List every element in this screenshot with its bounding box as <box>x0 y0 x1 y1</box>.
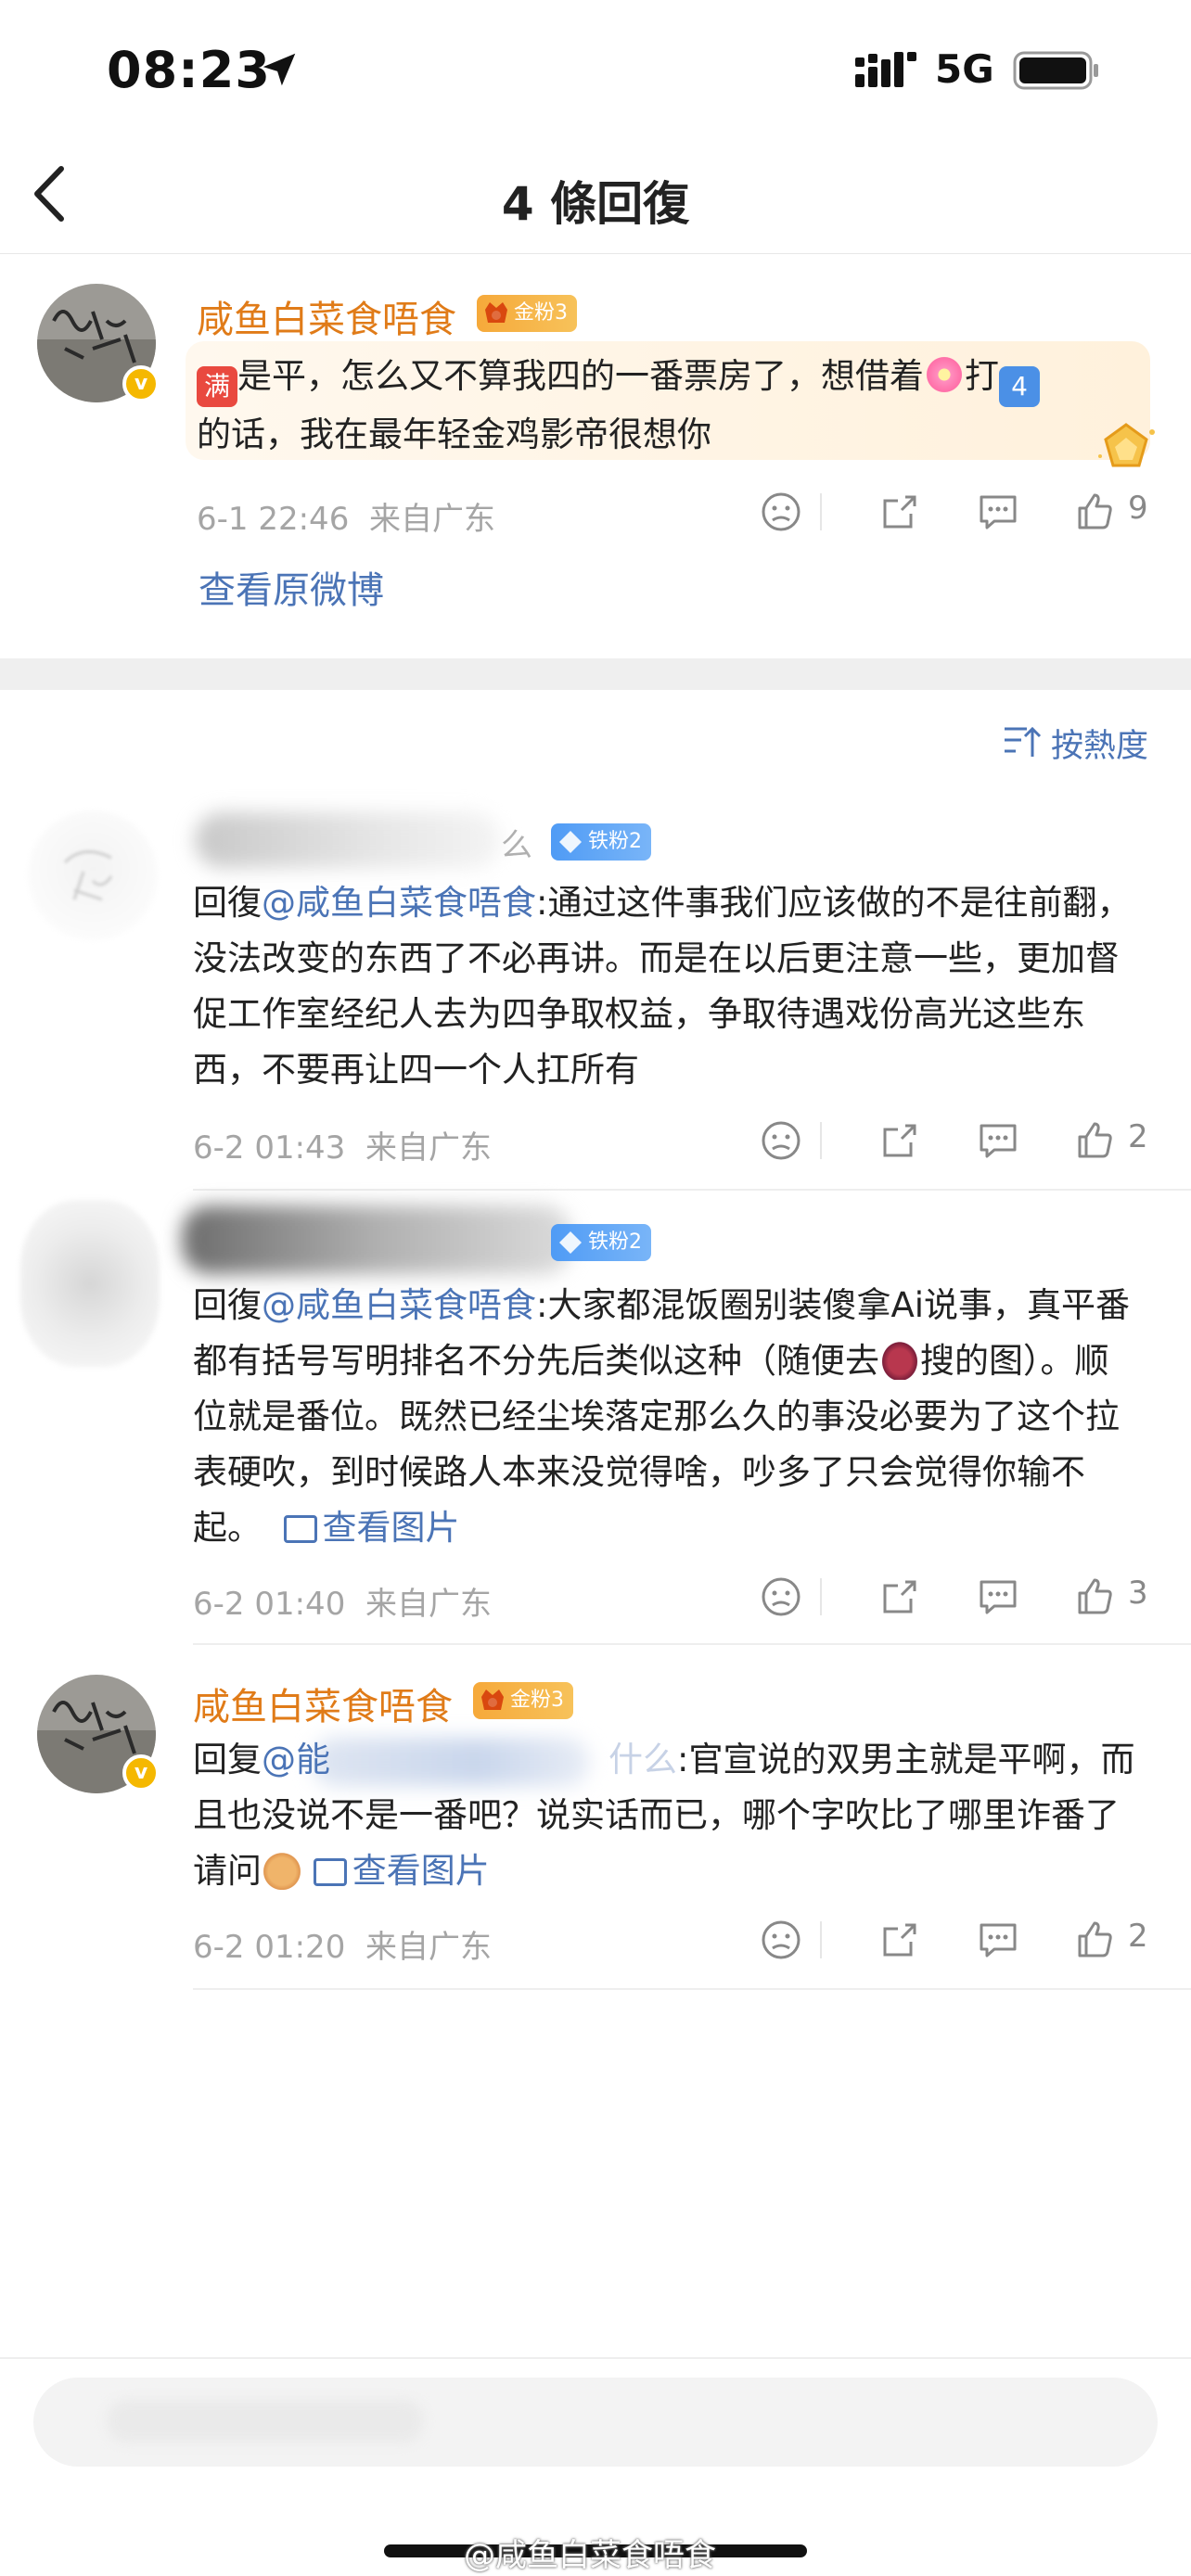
verified-icon: v <box>122 1754 160 1792</box>
mention-link[interactable]: @咸鱼白菜食唔食 <box>262 1285 536 1325</box>
dislike-icon[interactable] <box>759 490 803 534</box>
avatar-sketch <box>63 850 113 901</box>
fan-badge-label: 铁粉2 <box>588 1231 642 1254</box>
share-icon[interactable] <box>877 1118 922 1163</box>
blurred-username <box>195 812 501 868</box>
comment-icon[interactable] <box>976 1118 1020 1163</box>
reply-source: 来自广东 <box>365 1586 492 1623</box>
like-icon[interactable] <box>1072 1118 1117 1163</box>
reply-actions: 2 <box>759 1912 1191 1968</box>
fan-badge-label: 金粉3 <box>510 1689 564 1712</box>
crown-icon <box>481 1690 504 1710</box>
username[interactable]: 么 <box>501 820 532 865</box>
share-icon[interactable] <box>877 1918 922 1962</box>
like-icon[interactable] <box>1072 490 1117 534</box>
mention-link[interactable]: @能 什么 <box>262 1740 677 1779</box>
like-count: 2 <box>1128 1918 1148 1955</box>
section-gap <box>0 658 1191 690</box>
view-original-link[interactable]: 查看原微博 <box>198 560 384 614</box>
reply-meta: 6-2 01:43 来自广东 <box>193 1122 492 1167</box>
comment-icon[interactable] <box>976 1918 1020 1962</box>
username[interactable]: 咸鱼白菜食唔食 <box>197 289 456 343</box>
crown-icon <box>485 302 507 323</box>
flower-emoji-icon <box>924 354 965 395</box>
reply-date: 6-2 01:40 <box>193 1586 346 1623</box>
sweet-potato-emoji-icon <box>879 1339 920 1380</box>
comment-icon[interactable] <box>976 490 1020 534</box>
reply-divider <box>193 1189 1191 1191</box>
sort-button[interactable]: 按熱度 <box>1004 720 1148 767</box>
full-emoji-icon: 满 <box>197 366 237 407</box>
avatar[interactable] <box>20 1200 160 1367</box>
reply-date: 6-2 01:43 <box>193 1129 346 1167</box>
action-separator <box>820 1578 822 1615</box>
fan-badge[interactable]: 金粉3 <box>473 1682 573 1719</box>
sort-icon <box>1004 726 1042 757</box>
nav-bar: 4 條回復 <box>0 139 1191 254</box>
reply-meta: 6-2 01:20 来自广东 <box>193 1921 492 1967</box>
comment-source: 来自广东 <box>368 501 495 538</box>
like-count: 2 <box>1128 1118 1148 1155</box>
reply-input[interactable] <box>33 2378 1158 2467</box>
comment-date: 6-1 22:46 <box>197 501 350 538</box>
fan-badge[interactable]: 金粉3 <box>477 295 577 332</box>
reply-actions: 3 <box>759 1569 1191 1625</box>
reply-divider <box>193 1643 1191 1645</box>
action-separator <box>820 1122 822 1159</box>
image-icon <box>313 1858 347 1886</box>
dog-emoji-icon <box>262 1849 302 1890</box>
reply-text: 回復@咸鱼白菜食唔食:通过这件事我们应该做的不是往前翻，没法改变的东西了不必再讲… <box>193 883 1132 1090</box>
blurred-placeholder <box>108 2400 423 2442</box>
share-icon[interactable] <box>877 1575 922 1619</box>
comment-icon[interactable] <box>976 1575 1020 1619</box>
blurred-username <box>182 1205 571 1274</box>
like-icon[interactable] <box>1072 1918 1117 1962</box>
comment-text: 满是平，怎么又不算我四的一番票房了，想借着打 4 的话，我在最年轻金鸡影帝很想你 <box>197 349 1124 463</box>
keycap-four-icon: 4 <box>999 366 1040 407</box>
reply-text: 回复@能 什么:官宣说的双男主就是平啊，而且也没说不是一番吧？说实话而已，哪个字吹… <box>193 1740 1135 1891</box>
like-count: 3 <box>1128 1575 1148 1612</box>
image-icon <box>283 1515 317 1543</box>
mention-link[interactable]: @咸鱼白菜食唔食 <box>262 883 536 923</box>
location-arrow-icon <box>263 53 296 86</box>
dislike-icon[interactable] <box>759 1118 803 1163</box>
reply-date: 6-2 01:20 <box>193 1929 346 1966</box>
share-icon[interactable] <box>877 490 922 534</box>
view-image-link[interactable]: 查看图片 <box>313 1851 490 1891</box>
fan-badge[interactable]: 铁粉2 <box>551 823 651 861</box>
sort-label: 按熱度 <box>1050 728 1148 765</box>
diamond-icon <box>559 1231 582 1254</box>
page-title: 4 條回復 <box>501 177 690 231</box>
dislike-icon[interactable] <box>759 1918 803 1962</box>
action-separator <box>820 493 822 530</box>
status-bar: 08:23 5G <box>0 0 1191 139</box>
reply-source: 来自广东 <box>365 1929 492 1966</box>
signal-icon <box>855 52 916 87</box>
bottom-divider <box>0 2357 1191 2359</box>
reply-text: 回復@咸鱼白菜食唔食:大家都混饭圈别装傻拿Ai说事，真平番都有括号写明排名不分先… <box>193 1285 1131 1548</box>
action-separator <box>820 1921 822 1958</box>
diamond-icon <box>559 831 582 853</box>
reply-actions: 2 <box>759 1113 1191 1168</box>
fan-badge-label: 铁粉2 <box>588 830 642 853</box>
like-icon[interactable] <box>1072 1575 1117 1619</box>
watermark: @咸鱼白菜食唔食 <box>464 2537 716 2574</box>
reply-source: 来自广东 <box>365 1129 492 1167</box>
comment-actions: 9 <box>759 484 1191 540</box>
verified-icon: v <box>122 365 160 402</box>
network-type: 5G <box>935 46 994 92</box>
dislike-icon[interactable] <box>759 1575 803 1619</box>
reply-meta: 6-2 01:40 来自广东 <box>193 1578 492 1624</box>
like-count: 9 <box>1128 490 1148 527</box>
username[interactable]: 咸鱼白菜食唔食 <box>193 1677 453 1730</box>
reply-divider <box>193 1988 1191 1990</box>
fan-badge[interactable]: 铁粉2 <box>551 1224 651 1261</box>
view-image-link[interactable]: 查看图片 <box>283 1508 460 1548</box>
status-time: 08:23 <box>107 41 271 99</box>
comment-meta: 6-1 22:46 来自广东 <box>197 493 495 539</box>
battery-icon <box>1013 51 1098 90</box>
fan-badge-label: 金粉3 <box>514 301 568 325</box>
